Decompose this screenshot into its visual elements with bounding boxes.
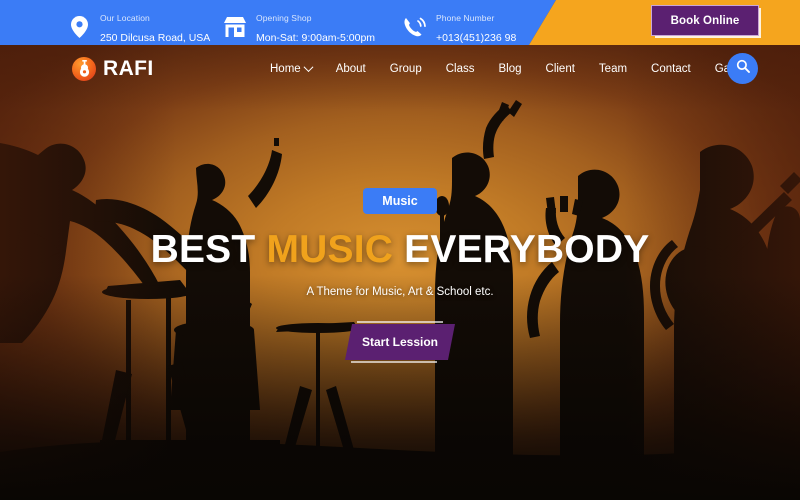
cta-bottom-accent-line xyxy=(351,361,437,363)
location-label: Our Location xyxy=(100,13,150,23)
nav-item-class[interactable]: Class xyxy=(434,63,487,75)
search-icon xyxy=(736,59,750,78)
map-pin-icon xyxy=(66,13,92,41)
phone-value: +013(451)236 98 xyxy=(436,32,517,44)
chevron-down-icon xyxy=(303,62,314,73)
top-info-bar: Our Location 250 Dilcusa Road, USA Openi… xyxy=(0,0,800,45)
start-lession-button[interactable]: Start Lession xyxy=(345,324,455,360)
phone-ring-icon xyxy=(402,13,428,41)
book-online-container: Book Online xyxy=(651,5,761,38)
brand-name: RAFI xyxy=(103,56,154,80)
opening-hours-info: Opening Shop Mon-Sat: 9:00am-5:00pm xyxy=(222,7,375,45)
guitar-logo-icon xyxy=(72,56,96,81)
nav-item-client[interactable]: Client xyxy=(534,63,587,75)
music-website-hero-page: Our Location 250 Dilcusa Road, USA Openi… xyxy=(0,0,800,500)
nav-item-home[interactable]: Home xyxy=(258,62,324,75)
book-online-button[interactable]: Book Online xyxy=(651,5,759,36)
location-info: Our Location 250 Dilcusa Road, USA xyxy=(66,7,210,45)
search-button[interactable] xyxy=(727,53,758,84)
brand-logo-link[interactable]: RAFI xyxy=(72,56,154,81)
shop-icon xyxy=(222,13,248,41)
main-navigation-bar: RAFI Home About Group Class Blog Client … xyxy=(0,45,800,92)
location-value: 250 Dilcusa Road, USA xyxy=(100,32,211,44)
nav-menu: Home About Group Class Blog Client Team … xyxy=(258,62,763,75)
phone-info: Phone Number +013(451)236 98 xyxy=(402,7,516,45)
nav-item-contact[interactable]: Contact xyxy=(639,63,703,75)
phone-label: Phone Number xyxy=(436,13,495,23)
hero-badge: Music xyxy=(363,188,437,214)
start-lession-container: Start Lession xyxy=(345,321,455,363)
nav-item-group[interactable]: Group xyxy=(378,63,434,75)
cta-top-accent-line xyxy=(357,321,443,323)
nav-item-blog[interactable]: Blog xyxy=(486,63,533,75)
nav-item-team[interactable]: Team xyxy=(587,63,639,75)
nav-item-about[interactable]: About xyxy=(324,63,378,75)
opening-label: Opening Shop xyxy=(256,13,312,23)
opening-value: Mon-Sat: 9:00am-5:00pm xyxy=(256,32,376,44)
nav-label-home: Home xyxy=(270,62,301,75)
